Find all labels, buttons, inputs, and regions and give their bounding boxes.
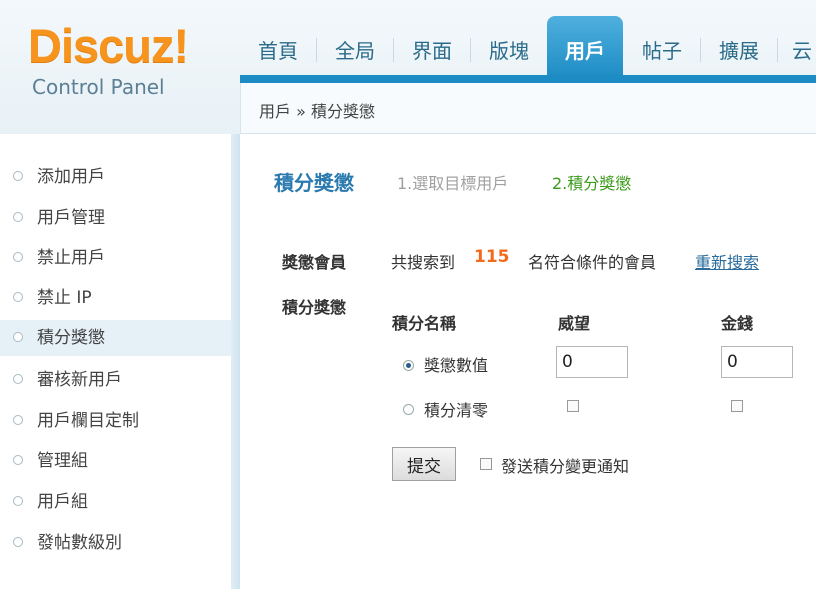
step-credit-reward: 2.積分獎懲 [552,174,632,193]
page-title: 積分獎懲 [274,171,354,195]
nav-tab-user[interactable]: 用戶 [547,16,623,78]
sidebar-item-label: 添加用戶 [37,167,105,187]
bullet-icon [13,537,23,547]
sidebar-item-user-fields[interactable]: 用戶欄目定制 [0,403,231,439]
nav-underline [240,75,816,83]
notify-label: 發送積分變更通知 [501,457,630,476]
sidebar-item-review-new-user[interactable]: 審核新用戶 [0,362,231,398]
sidebar-item-user-manage[interactable]: 用戶管理 [0,200,231,236]
sidebar-item-ban-ip[interactable]: 禁止 IP [0,280,231,316]
top-nav: 首頁 全局 界面 版塊 用戶 帖子 擴展 云 [240,14,816,78]
found-suffix: 名符合條件的會員 [528,253,657,272]
column-header-credit-name: 積分名稱 [392,314,457,333]
sidebar-divider [231,134,240,589]
sidebar-item-label: 發帖數級別 [37,533,122,553]
prestige-clear-checkbox[interactable] [567,400,579,412]
submit-button[interactable]: 提交 [392,447,456,481]
research-link[interactable]: 重新搜索 [695,249,759,273]
sidebar-item-label: 積分獎懲 [37,328,105,348]
radio-reward-value[interactable] [403,360,414,371]
sidebar-item-label: 用戶管理 [37,208,105,228]
bullet-icon [13,496,23,506]
nav-tab-extension[interactable]: 擴展 [701,30,777,78]
step-select-users: 1.選取目標用戶 [397,174,509,193]
notify-checkbox[interactable] [480,458,492,470]
sidebar-item-ban-user[interactable]: 禁止用戶 [0,240,231,276]
nav-tab-topic[interactable]: 帖子 [624,30,700,78]
breadcrumb-text: 用戶 » 積分獎懲 [259,102,375,121]
header: Discuz! Control Panel 首頁 全局 界面 版塊 用戶 帖子 … [0,0,816,134]
nav-tab-global[interactable]: 全局 [317,30,393,78]
bullet-icon [13,171,23,181]
nav-tab-home[interactable]: 首頁 [240,30,316,78]
found-count: 115 [474,247,510,267]
logo-brand: Discuz! [28,19,189,72]
nav-tab-cloud[interactable]: 云 [778,30,816,78]
nav-tab-style[interactable]: 界面 [394,30,470,78]
bullet-icon [13,212,23,222]
credit-clear-label: 積分清零 [424,401,489,420]
logo-subtitle: Control Panel [32,75,165,99]
sidebar: 添加用戶 用戶管理 禁止用戶 禁止 IP 積分獎懲 審核新用戶 用戶欄目定制 管… [0,134,240,589]
main-content: 積分獎懲 1.選取目標用戶 2.積分獎懲 獎懲會員 共搜索到 115 名符合條件… [240,134,816,589]
bullet-icon [13,292,23,302]
sidebar-item-post-rank[interactable]: 發帖數級別 [0,525,231,561]
logo[interactable]: Discuz! Control Panel [0,0,240,134]
sidebar-item-label: 禁止 IP [37,288,92,308]
radio-credit-clear[interactable] [403,404,414,415]
reward-value-label: 獎懲數值 [424,356,489,375]
sidebar-item-add-user[interactable]: 添加用戶 [0,159,231,195]
sidebar-item-label: 用戶欄目定制 [37,411,139,431]
sidebar-item-label: 管理組 [37,451,88,471]
breadcrumb: 用戶 » 積分獎懲 [240,83,816,134]
sidebar-item-user-group[interactable]: 用戶組 [0,484,231,520]
found-prefix: 共搜索到 [391,253,456,272]
bullet-icon [13,332,23,342]
member-label: 獎懲會員 [282,253,347,272]
money-clear-checkbox[interactable] [731,400,743,412]
column-header-money: 金錢 [721,314,754,333]
column-header-prestige: 威望 [558,314,591,333]
sidebar-item-label: 用戶組 [37,492,88,512]
bullet-icon [13,415,23,425]
sidebar-item-credit-reward[interactable]: 積分獎懲 [0,320,231,356]
bullet-icon [13,455,23,465]
sidebar-item-label: 審核新用戶 [37,370,122,390]
prestige-value-input[interactable] [556,346,628,378]
bullet-icon [13,252,23,262]
nav-tab-forum[interactable]: 版塊 [471,30,547,78]
sidebar-item-label: 禁止用戶 [37,248,105,268]
bullet-icon [13,374,23,384]
money-value-input[interactable] [721,346,793,378]
reward-label: 積分獎懲 [282,298,347,317]
sidebar-item-admin-group[interactable]: 管理組 [0,443,231,479]
